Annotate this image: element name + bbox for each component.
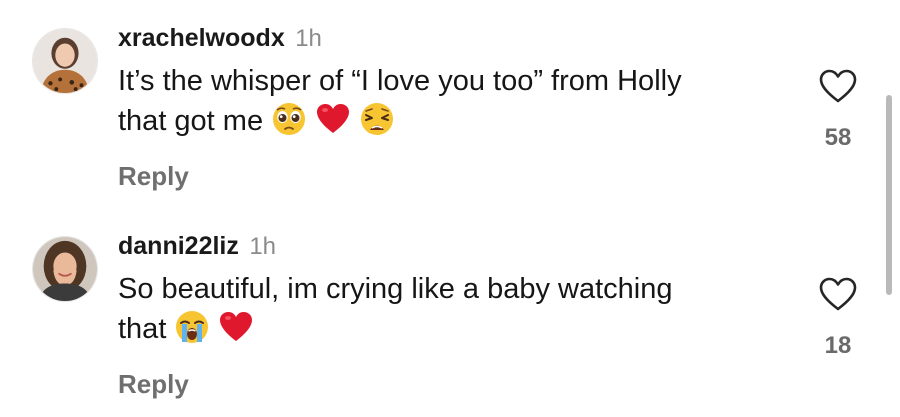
- timestamp: 1h: [249, 233, 277, 260]
- comment-text-line: that: [118, 309, 768, 349]
- comment-meta: danni22liz 1h: [118, 228, 768, 264]
- avatar[interactable]: [32, 28, 98, 94]
- comment-body: danni22liz 1h So beautiful, im crying li…: [118, 228, 768, 400]
- comment-meta: xrachelwoodx 1h: [118, 20, 768, 56]
- like-count: 18: [824, 332, 852, 359]
- timestamp: 1h: [295, 25, 322, 52]
- like-count: 58: [824, 124, 852, 151]
- heart-outline-icon[interactable]: [818, 276, 858, 312]
- comment-text-line: It’s the whisper of “I love you too” fro…: [118, 65, 682, 97]
- reply-button[interactable]: Reply: [118, 369, 189, 400]
- comment-text: It’s the whisper of “I love you too” fro…: [118, 62, 768, 141]
- like-control: 58: [812, 68, 864, 152]
- username[interactable]: xrachelwoodx: [118, 24, 285, 52]
- loudly-crying-face-icon: [174, 309, 210, 345]
- heart-outline-icon[interactable]: [818, 68, 858, 104]
- comment-text-fragment: that: [118, 313, 167, 345]
- reply-button[interactable]: Reply: [118, 161, 189, 192]
- comment-text-line: that got me: [118, 101, 768, 141]
- comment-text-line: So beautiful, im crying like a baby watc…: [118, 273, 673, 305]
- red-heart-icon: [315, 101, 351, 137]
- comment-body: xrachelwoodx 1h It’s the whisper of “I l…: [118, 20, 768, 192]
- avatar[interactable]: [32, 236, 98, 302]
- like-control: 18: [812, 276, 864, 360]
- comment-list: xrachelwoodx 1h It’s the whisper of “I l…: [0, 0, 900, 417]
- pleading-face-icon: [271, 101, 307, 137]
- comment-text-fragment: that got me: [118, 105, 264, 137]
- scrollbar[interactable]: [886, 95, 892, 295]
- username[interactable]: danni22liz: [118, 232, 239, 260]
- comment-text: So beautiful, im crying like a baby watc…: [118, 270, 768, 349]
- red-heart-icon: [218, 309, 254, 345]
- weary-face-icon: [359, 101, 395, 137]
